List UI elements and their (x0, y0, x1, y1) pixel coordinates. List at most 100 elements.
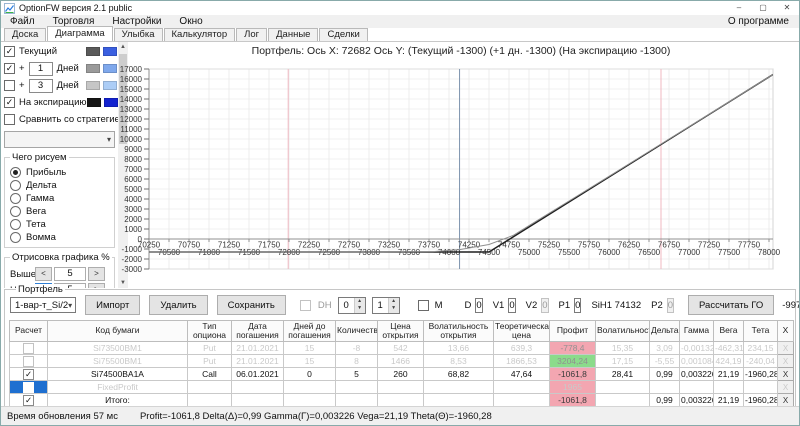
curve-color-swatch-1[interactable] (86, 98, 101, 107)
spinner-up-icon[interactable]: ▲ (354, 297, 365, 305)
row-open_vol-cell: 13,66 (423, 341, 494, 355)
column-header[interactable]: Теоретическая цена (493, 320, 550, 342)
radio-icon[interactable] (10, 167, 21, 178)
column-header[interactable]: Дата погашения (231, 320, 284, 342)
row-qty-cell: -8 (335, 341, 378, 355)
portfolio-selector[interactable]: 1-вар-т_Si/2 ▾ (10, 297, 77, 313)
row-checkbox[interactable] (23, 342, 34, 354)
p2-input: 0 (666, 297, 675, 313)
row-days-cell: 15 (283, 341, 336, 355)
p1-input[interactable]: 0 (574, 297, 582, 313)
column-header[interactable]: Цена открытия (377, 320, 424, 342)
row-delete-button[interactable]: X (777, 380, 794, 394)
dh-spinner-2[interactable]: 1 ▲ ▼ (371, 296, 400, 314)
curve-checkbox[interactable]: ✓ (4, 63, 15, 74)
delete-button[interactable]: Удалить (149, 295, 208, 315)
row-days-cell (283, 393, 336, 407)
compare-checkbox[interactable] (4, 114, 15, 125)
tab-Лог[interactable]: Лог (236, 28, 268, 41)
row-date-cell (231, 393, 284, 407)
tab-Доска[interactable]: Доска (4, 28, 47, 41)
row-checkbox[interactable] (23, 381, 34, 393)
curve-color-swatch-1[interactable] (86, 64, 100, 73)
curve-days-input[interactable]: 1 (28, 61, 53, 76)
row-checkbox[interactable] (23, 355, 34, 367)
radio-icon[interactable] (10, 219, 21, 230)
row-delete-button[interactable]: X (777, 354, 794, 368)
close-button[interactable]: ✕ (775, 1, 799, 15)
draw-option-Прибыль[interactable]: Прибыль (10, 166, 111, 179)
column-header[interactable]: Дельта (649, 320, 680, 342)
tab-Улыбка[interactable]: Улыбка (113, 28, 163, 41)
d-input[interactable]: 0 (475, 297, 483, 313)
radio-icon[interactable] (10, 193, 21, 204)
tab-Калькулятор[interactable]: Калькулятор (163, 28, 236, 41)
v1-input[interactable]: 0 (508, 297, 516, 313)
column-header[interactable]: Вега (713, 320, 744, 342)
column-header[interactable]: Волатильность (595, 320, 650, 342)
radio-icon[interactable] (10, 206, 21, 217)
m-checkbox[interactable] (417, 299, 429, 311)
draw-option-Тета[interactable]: Тета (10, 218, 111, 231)
scroll-up-icon[interactable]: ▲ (118, 42, 128, 52)
tab-Данные[interactable]: Данные (268, 28, 319, 41)
column-header[interactable]: Код бумаги (47, 320, 188, 342)
curve-checkbox[interactable]: ✓ (4, 97, 15, 108)
curve-checkbox[interactable]: ✓ (4, 46, 15, 57)
save-button[interactable]: Сохранить (216, 295, 286, 315)
menu-about[interactable]: О программе (718, 16, 799, 27)
column-header[interactable]: Дней до погашения (283, 320, 336, 342)
column-header[interactable]: X (777, 320, 794, 342)
row-calc-cell[interactable] (9, 341, 48, 355)
row-type-cell (187, 393, 232, 407)
row-calc-cell[interactable]: ✓ (9, 367, 48, 381)
column-header[interactable]: Расчет (9, 320, 48, 342)
tab-Сделки[interactable]: Сделки (319, 28, 368, 41)
curve-color-swatch-1[interactable] (86, 47, 100, 56)
column-header[interactable]: Тета (743, 320, 778, 342)
row-calc-cell[interactable]: ✓ (9, 393, 48, 407)
range-above-value[interactable]: 5 (54, 267, 86, 281)
column-header[interactable]: Профит (549, 320, 596, 342)
curve-checkbox[interactable] (4, 80, 15, 91)
draw-option-Дельта[interactable]: Дельта (10, 179, 111, 192)
calc-margin-button[interactable]: Рассчитать ГО (688, 295, 775, 315)
draw-option-Вега[interactable]: Вега (10, 205, 111, 218)
tab-Диаграмма[interactable]: Диаграмма (47, 26, 113, 41)
row-checkbox[interactable]: ✓ (23, 368, 34, 380)
row-theor-cell: 47,64 (493, 367, 550, 381)
curve-days-input[interactable]: 3 (28, 78, 53, 93)
spinner-arrows[interactable]: ▲ ▼ (353, 297, 365, 313)
minimize-button[interactable]: – (727, 1, 751, 15)
strategy-dropdown[interactable]: ▾ (4, 131, 115, 148)
draw-option-Гамма[interactable]: Гамма (10, 192, 111, 205)
row-delete-button[interactable]: X (777, 367, 794, 381)
dh-spinner-1[interactable]: 0 ▲ ▼ (337, 296, 366, 314)
row-date-cell: 21.01.2021 (231, 341, 284, 355)
dh-checkbox[interactable] (299, 299, 311, 311)
column-header[interactable]: Волатильность открытия (423, 320, 494, 342)
column-header[interactable]: Тип опциона (187, 320, 232, 342)
draw-option-Вомма[interactable]: Вомма (10, 231, 111, 244)
import-button[interactable]: Импорт (85, 295, 141, 315)
row-calc-cell[interactable] (9, 380, 48, 394)
spinner-down-icon[interactable]: ▼ (354, 305, 365, 313)
maximize-button[interactable]: ▢ (751, 1, 775, 15)
row-delete-button[interactable]: X (777, 393, 794, 407)
radio-icon[interactable] (10, 180, 21, 191)
curve-color-swatch-1[interactable] (86, 81, 100, 90)
column-header[interactable]: Количество (335, 320, 378, 342)
column-header[interactable]: Гамма (679, 320, 714, 342)
radio-icon[interactable] (10, 232, 21, 243)
menu-item-Настройки[interactable]: Настройки (103, 15, 170, 28)
row-delete-button[interactable]: X (777, 341, 794, 355)
row-calc-cell[interactable] (9, 354, 48, 368)
row-checkbox[interactable]: ✓ (23, 394, 34, 406)
menu-item-Окно[interactable]: Окно (170, 15, 211, 28)
range-above-decrease-button[interactable]: < (35, 267, 52, 281)
spinner-up-icon[interactable]: ▲ (388, 297, 399, 305)
spinner-arrows[interactable]: ▲ ▼ (387, 297, 399, 313)
curve-color-swatch-2[interactable] (103, 47, 117, 56)
menu-item-Файл[interactable]: Файл (1, 15, 44, 28)
spinner-down-icon[interactable]: ▼ (388, 305, 399, 313)
